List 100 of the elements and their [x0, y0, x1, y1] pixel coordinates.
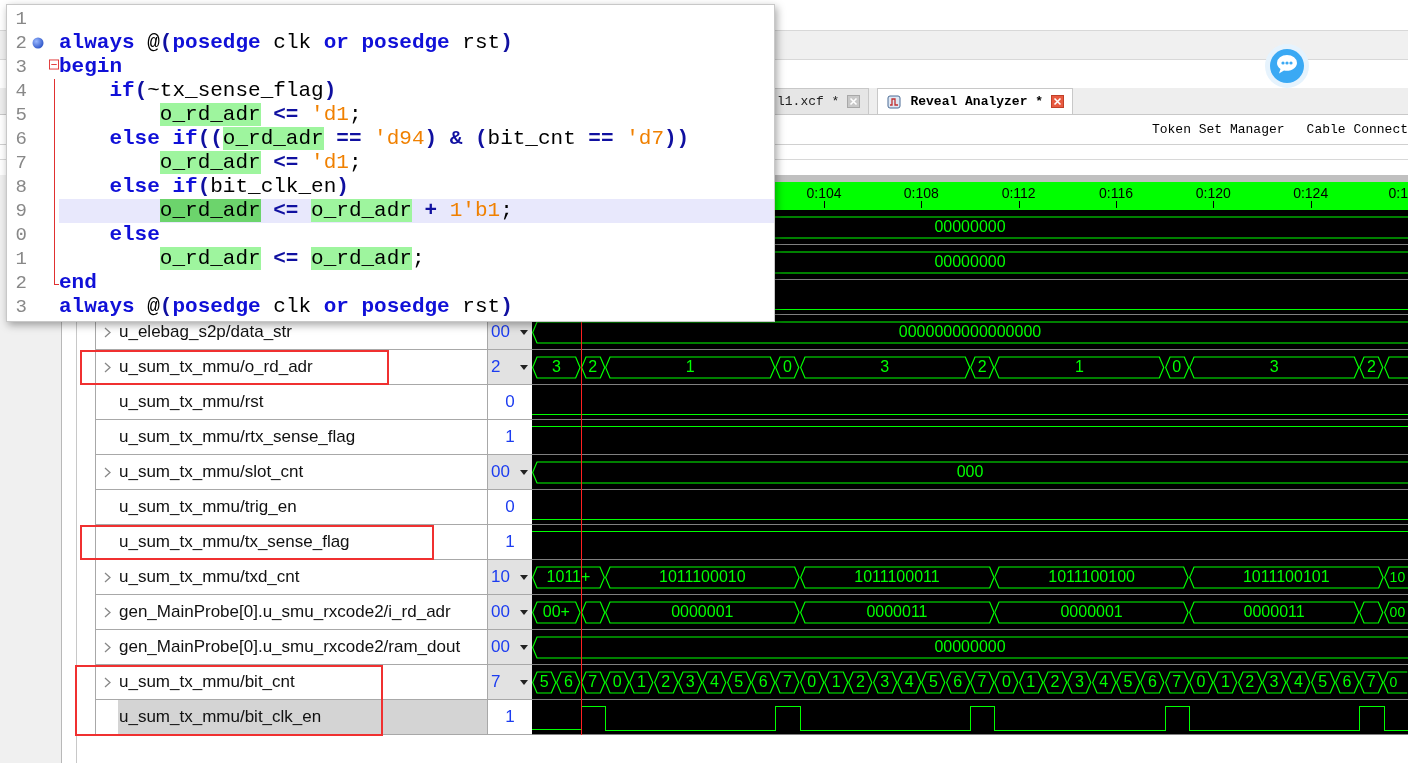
time-label: 0:116 — [1099, 184, 1133, 203]
bus-value: 1 — [1220, 674, 1230, 690]
bus-segment — [775, 671, 800, 694]
line-number: 1 — [15, 8, 27, 30]
signal-name[interactable]: gen_MainProbe[0].u_smu_rxcode2/ram_dout — [118, 630, 487, 664]
expand-chevron-icon[interactable] — [103, 571, 111, 583]
value-dropdown[interactable]: 2 — [488, 350, 532, 384]
code-token: ( — [159, 31, 173, 54]
bus-value: 1 — [637, 674, 646, 690]
close-icon[interactable] — [1051, 95, 1065, 108]
code-token: bit_cnt — [487, 127, 576, 150]
signal-name[interactable]: u_sum_tx_mmu/txd_cnt — [118, 560, 487, 594]
expand-chevron-icon[interactable] — [103, 606, 111, 618]
expand-chevron-icon[interactable] — [103, 676, 111, 688]
code-token: 1'b1 — [449, 199, 501, 222]
code-token: o_rd_adr — [222, 127, 324, 150]
signal-name[interactable]: u_sum_tx_mmu/trig_en — [118, 490, 487, 524]
value-dropdown[interactable]: 00 — [488, 630, 532, 664]
code-token: (( — [197, 127, 223, 150]
breakpoint-icon[interactable] — [32, 37, 44, 49]
code-token: else if — [108, 127, 198, 150]
value-dropdown[interactable]: 00 — [488, 315, 532, 349]
expand-chevron-icon[interactable] — [103, 326, 111, 338]
bus-value: 3 — [1269, 674, 1279, 690]
caret-icon — [520, 609, 528, 615]
expand-chevron-icon[interactable] — [103, 641, 111, 653]
value-dropdown[interactable]: 7 — [488, 665, 532, 699]
caret-icon — [520, 644, 528, 650]
tab[interactable]: Reveal Analyzer * — [877, 88, 1074, 114]
line-number: 9 — [15, 200, 27, 222]
code-token: rst — [461, 295, 501, 318]
bus-value: 0000000000000000 — [898, 324, 1042, 340]
bus-segment — [702, 671, 727, 694]
bus-value: 5 — [539, 674, 549, 690]
code-token: <= — [272, 199, 300, 222]
bus-value: 3 — [1269, 359, 1279, 375]
signal-value: 0 — [505, 391, 515, 414]
signal-value: 1 — [505, 706, 515, 729]
bus-value: 2 — [977, 359, 987, 375]
expand-chevron-icon[interactable] — [103, 466, 111, 478]
signal-name[interactable]: u_sum_tx_mmu/slot_cnt — [118, 455, 487, 489]
code-token: <= — [272, 151, 300, 174]
bus-value: 6 — [1342, 674, 1352, 690]
code-token: ) — [500, 295, 513, 318]
bus-value: 3 — [685, 674, 695, 690]
signal-name[interactable]: u_sum_tx_mmu/tx_sense_flag — [118, 525, 487, 559]
bus-segment — [532, 671, 557, 694]
signal-name[interactable]: u_sum_tx_mmu/rst — [118, 385, 487, 419]
signal-name[interactable]: gen_MainProbe[0].u_smu_rxcode2/i_rd_adr — [118, 595, 487, 629]
bus-value: 2 — [1367, 359, 1376, 375]
code-token: or — [323, 295, 349, 318]
bus-value: 00000000 — [934, 639, 1006, 655]
bus-segment — [872, 671, 897, 694]
bus-value: 3 — [880, 359, 890, 375]
code-token: bit_clk_en — [210, 175, 337, 198]
code-token: 'd7 — [626, 127, 664, 150]
signal-name[interactable]: u_sum_tx_mmu/rtx_sense_flag — [118, 420, 487, 454]
bus-value: 4 — [904, 674, 914, 690]
bus-segment — [994, 671, 1019, 694]
code-token: 'd1 — [311, 103, 349, 126]
toolbar-link[interactable]: Cable Connect — [1306, 119, 1408, 140]
bus-value: 4 — [1293, 674, 1303, 690]
signal-name[interactable]: u_sum_tx_mmu/bit_clk_en — [118, 700, 487, 734]
bus-segment — [1115, 671, 1141, 694]
bus-segment — [1286, 671, 1311, 694]
signal-trace — [1383, 706, 1408, 731]
caret-icon — [520, 329, 528, 335]
bus-segment — [1383, 356, 1408, 379]
bus-segment — [921, 671, 946, 694]
caret-icon — [520, 679, 528, 685]
signal-name[interactable]: u_sum_tx_mmu/bit_cnt — [118, 665, 487, 699]
bus-segment — [1359, 671, 1384, 694]
expand-chevron-icon[interactable] — [103, 361, 111, 373]
bus-value: 0 — [1172, 359, 1182, 375]
code-token: or — [323, 31, 349, 54]
bus-value: 00+ — [542, 604, 570, 620]
bus-segment — [896, 671, 922, 694]
toolbar-link[interactable]: Token Set Manager — [1151, 119, 1285, 140]
bus-value: 6 — [953, 674, 963, 690]
bus-value: 000 — [956, 464, 984, 480]
code-token: == — [587, 127, 615, 150]
signal-name[interactable]: u_sum_tx_mmu/o_rd_adr — [118, 350, 487, 384]
code-token: clk — [272, 295, 313, 318]
bus-segment — [1140, 671, 1165, 694]
bus-value: 1 — [1075, 359, 1084, 375]
code-token: ) — [323, 79, 337, 102]
chat-bubble-icon[interactable] — [1264, 43, 1310, 89]
bus-value: 7 — [977, 674, 987, 690]
value-dropdown[interactable]: 10 — [488, 560, 532, 594]
value-dropdown[interactable]: 00 — [488, 595, 532, 629]
fold-collapse-icon[interactable] — [49, 59, 59, 70]
code-token: end — [59, 271, 97, 294]
bus-segment — [1188, 671, 1214, 694]
close-icon[interactable] — [847, 95, 861, 108]
code-token: @ — [146, 31, 160, 54]
line-number: 4 — [15, 80, 27, 102]
line-number: 2 — [15, 32, 27, 54]
code-token: ~tx_sense_flag — [147, 79, 324, 102]
value-dropdown[interactable]: 00 — [488, 455, 532, 489]
code-token: posedge — [172, 295, 261, 318]
